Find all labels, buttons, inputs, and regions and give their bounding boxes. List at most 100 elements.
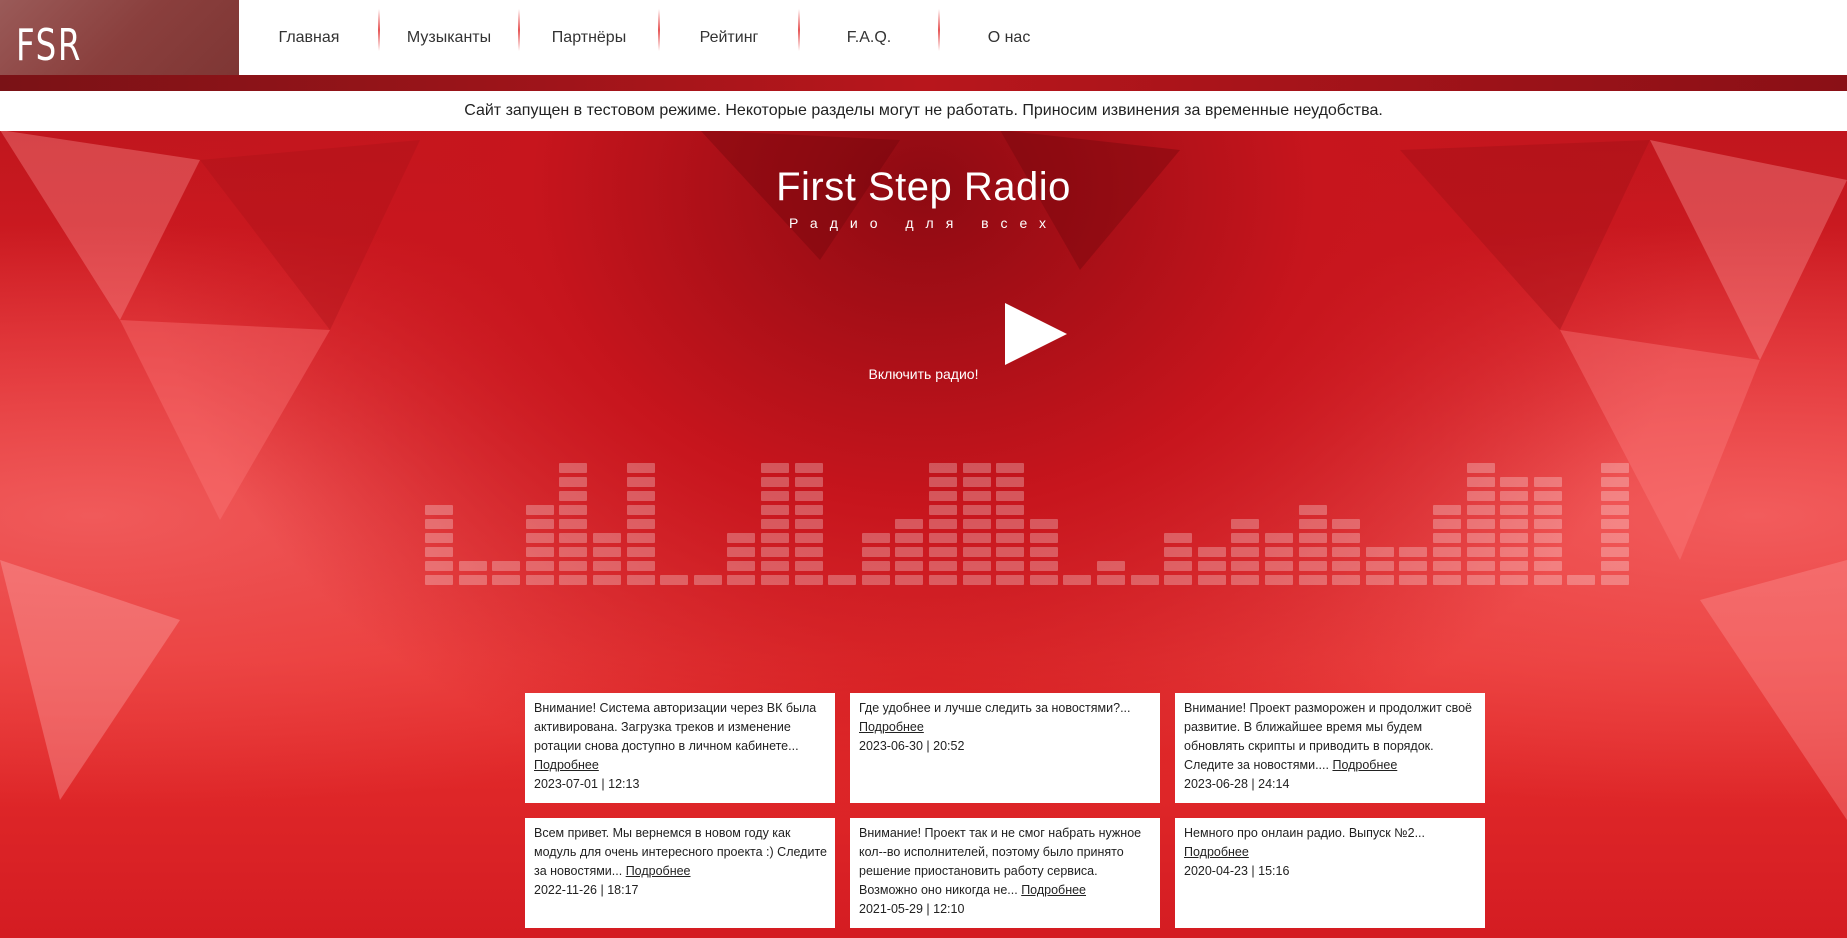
- nav-item-rating[interactable]: Рейтинг: [658, 8, 799, 51]
- equalizer-segment: [492, 561, 521, 571]
- equalizer-segment: [626, 463, 655, 473]
- equalizer-segment: [1466, 547, 1495, 557]
- equalizer-segment: [1298, 533, 1327, 543]
- equalizer-segment: [962, 519, 991, 529]
- equalizer-segment: [1365, 547, 1394, 557]
- equalizer-segment: [1433, 575, 1461, 585]
- equalizer-segment: [626, 519, 655, 529]
- equalizer-segment: [1500, 491, 1529, 501]
- equalizer-segment: [425, 561, 453, 571]
- play-icon[interactable]: [1005, 303, 1067, 365]
- equalizer-segment: [1231, 533, 1260, 543]
- equalizer-segment: [1399, 561, 1428, 571]
- equalizer-segment: [1533, 477, 1562, 487]
- equalizer-segment: [761, 547, 789, 557]
- equalizer-segment: [761, 463, 789, 473]
- equalizer-segment: [626, 491, 655, 501]
- equalizer-segment: [996, 547, 1025, 557]
- equalizer-bar: [1466, 459, 1495, 585]
- news-card: Внимание! Проект так и не смог набрать н…: [850, 818, 1160, 928]
- equalizer-bar: [1365, 543, 1394, 585]
- news-card: Где удобнее и лучше следить за новостями…: [850, 693, 1160, 803]
- equalizer-segment: [1265, 547, 1293, 557]
- nav-item-partners[interactable]: Партнёры: [518, 8, 659, 51]
- equalizer-segment: [861, 561, 890, 571]
- equalizer-segment: [1265, 533, 1293, 543]
- equalizer-segment: [1164, 561, 1193, 571]
- equalizer-segment: [1029, 561, 1058, 571]
- equalizer-bar: [929, 459, 957, 585]
- equalizer-segment: [1500, 561, 1529, 571]
- nav-item-musicians[interactable]: Музыканты: [378, 8, 519, 51]
- equalizer-segment: [727, 561, 756, 571]
- equalizer-visualizer: [425, 455, 1629, 585]
- news-more-link[interactable]: Подробнее: [1184, 845, 1249, 859]
- news-date: 2020-04-23 | 15:16: [1184, 864, 1290, 878]
- main-navigation: Главная Музыканты Партнёры Рейтинг F.A.Q…: [239, 0, 1847, 75]
- equalizer-segment: [1433, 533, 1461, 543]
- equalizer-segment: [626, 547, 655, 557]
- equalizer-bar: [660, 571, 689, 585]
- equalizer-bar: [1500, 473, 1529, 585]
- news-more-link[interactable]: Подробнее: [534, 758, 599, 772]
- news-more-link[interactable]: Подробнее: [626, 864, 691, 878]
- equalizer-segment: [1164, 575, 1193, 585]
- news-card: Немного про онлаин радио. Выпуск №2... По…: [1175, 818, 1485, 928]
- news-more-link[interactable]: Подробнее: [1021, 883, 1086, 897]
- equalizer-segment: [962, 575, 991, 585]
- nav-item-about[interactable]: О нас: [938, 8, 1079, 51]
- equalizer-segment: [794, 477, 823, 487]
- news-date: 2023-06-30 | 20:52: [859, 739, 965, 753]
- equalizer-segment: [761, 575, 789, 585]
- site-logo[interactable]: FSR: [16, 20, 82, 71]
- equalizer-segment: [761, 477, 789, 487]
- equalizer-segment: [1601, 463, 1629, 473]
- equalizer-segment: [1533, 519, 1562, 529]
- news-text: Внимание! Проект так и не смог набрать н…: [859, 826, 1142, 897]
- equalizer-segment: [1164, 533, 1193, 543]
- equalizer-segment: [693, 575, 722, 585]
- equalizer-segment: [929, 463, 957, 473]
- equalizer-segment: [1029, 533, 1058, 543]
- equalizer-segment: [559, 463, 588, 473]
- nav-item-home[interactable]: Главная: [239, 29, 379, 47]
- equalizer-segment: [1365, 575, 1394, 585]
- equalizer-bar: [861, 529, 890, 585]
- equalizer-segment: [1433, 561, 1461, 571]
- equalizer-segment: [559, 491, 588, 501]
- equalizer-segment: [1130, 575, 1159, 585]
- equalizer-segment: [1399, 547, 1428, 557]
- equalizer-segment: [1533, 561, 1562, 571]
- equalizer-bar: [1164, 529, 1193, 585]
- equalizer-segment: [1332, 547, 1361, 557]
- equalizer-segment: [1601, 561, 1629, 571]
- equalizer-bar: [559, 459, 588, 585]
- equalizer-bar: [1197, 543, 1226, 585]
- equalizer-segment: [1533, 505, 1562, 515]
- news-more-link[interactable]: Подробнее: [859, 720, 924, 734]
- equalizer-segment: [1265, 575, 1293, 585]
- equalizer-segment: [425, 505, 453, 515]
- equalizer-segment: [593, 533, 621, 543]
- equalizer-bar: [593, 529, 621, 585]
- equalizer-bar: [492, 557, 521, 585]
- equalizer-bar: [1399, 543, 1428, 585]
- news-more-link[interactable]: Подробнее: [1332, 758, 1397, 772]
- equalizer-segment: [1298, 547, 1327, 557]
- equalizer-segment: [1601, 575, 1629, 585]
- nav-item-faq[interactable]: F.A.Q.: [798, 8, 939, 51]
- equalizer-segment: [1466, 505, 1495, 515]
- news-date: 2023-07-01 | 12:13: [534, 777, 640, 791]
- equalizer-segment: [1466, 463, 1495, 473]
- equalizer-segment: [626, 533, 655, 543]
- play-radio-label[interactable]: Включить радио!: [0, 366, 1847, 382]
- equalizer-segment: [559, 547, 588, 557]
- equalizer-segment: [929, 477, 957, 487]
- equalizer-bar: [693, 571, 722, 585]
- equalizer-segment: [1231, 547, 1260, 557]
- equalizer-segment: [425, 547, 453, 557]
- equalizer-segment: [1601, 491, 1629, 501]
- equalizer-segment: [559, 575, 588, 585]
- equalizer-segment: [996, 561, 1025, 571]
- equalizer-segment: [492, 575, 521, 585]
